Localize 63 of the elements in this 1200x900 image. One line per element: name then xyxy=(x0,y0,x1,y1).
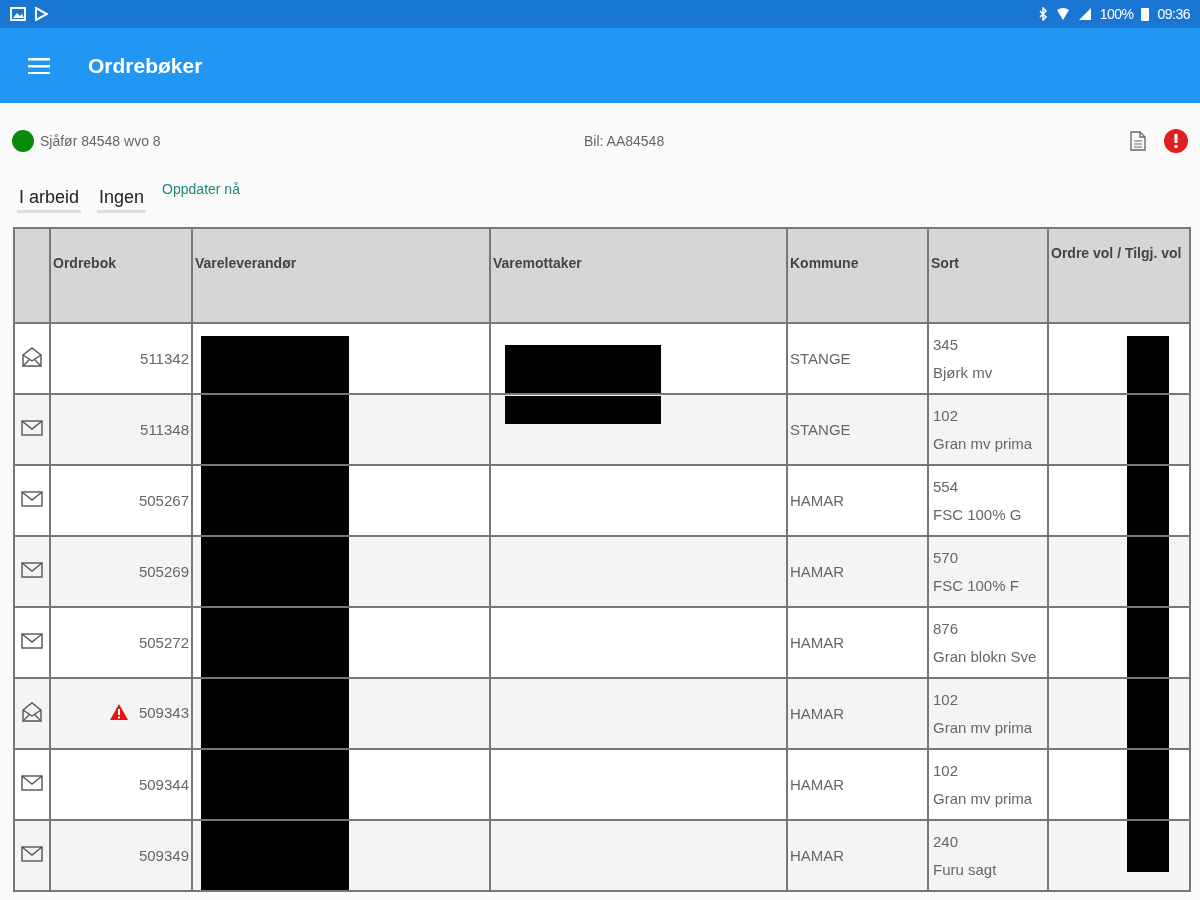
sort-name: Gran mv prima xyxy=(933,435,1034,452)
order-number: 505269 xyxy=(138,563,189,580)
alert-icon[interactable] xyxy=(1164,129,1188,153)
municipality-cell: STANGE xyxy=(790,350,851,367)
battery-percent: 100% xyxy=(1099,6,1134,22)
envelope-icon[interactable] xyxy=(21,559,43,581)
wifi-icon xyxy=(1055,7,1070,21)
menu-icon[interactable] xyxy=(28,57,50,74)
play-icon xyxy=(34,7,48,21)
order-number: 505272 xyxy=(138,634,189,651)
column-header: Sort xyxy=(928,228,1048,323)
driver-label: Sjåfør 84548 wvo 8 xyxy=(40,133,161,149)
municipality-cell: HAMAR xyxy=(790,492,845,509)
sort-code: 554 xyxy=(933,478,960,495)
sort-name: Furu sagt xyxy=(933,861,998,878)
envelope-icon[interactable] xyxy=(21,772,43,794)
refresh-link[interactable]: Oppdater nå xyxy=(162,181,240,197)
clock: 09:36 xyxy=(1157,6,1190,22)
municipality-cell: HAMAR xyxy=(790,705,845,722)
order-number: 511348 xyxy=(140,421,189,438)
signal-icon xyxy=(1077,7,1092,21)
column-header: Ordrebok xyxy=(50,228,192,323)
battery-icon xyxy=(1141,7,1150,21)
sort-name: Gran mv prima xyxy=(933,719,1034,736)
sort-code: 345 xyxy=(933,336,960,353)
sort-name: Gran blokn Sve xyxy=(933,648,1038,665)
image-icon xyxy=(10,7,26,21)
order-number: 509344 xyxy=(138,776,189,793)
column-header: Ordre vol / Tilgj. vol xyxy=(1048,228,1190,323)
sort-code: 876 xyxy=(933,620,960,637)
bluetooth-icon xyxy=(1037,7,1048,21)
municipality-cell: HAMAR xyxy=(790,776,845,793)
sort-name: FSC 100% G xyxy=(933,506,1023,523)
app-title: Ordrebøker xyxy=(88,53,203,78)
column-header: Vareleverandør xyxy=(192,228,490,323)
sort-code: 240 xyxy=(933,833,960,850)
column-header: Varemottaker xyxy=(490,228,787,323)
open-envelope-icon[interactable] xyxy=(21,346,43,368)
open-envelope-icon[interactable] xyxy=(21,701,43,723)
municipality-cell: STANGE xyxy=(790,421,851,438)
order-number: 509349 xyxy=(138,847,189,864)
sort-name: Bjørk mv xyxy=(933,364,994,381)
sort-code: 102 xyxy=(933,691,960,708)
municipality-cell: HAMAR xyxy=(790,634,845,651)
municipality-cell: HAMAR xyxy=(790,563,845,580)
vehicle-label: Bil: AA84548 xyxy=(584,133,665,149)
sort-code: 102 xyxy=(933,407,960,424)
filter-dropdown[interactable]: I arbeid xyxy=(17,187,82,213)
sort-code: 570 xyxy=(933,549,960,566)
column-header: Kommune xyxy=(787,228,928,323)
municipality-cell: HAMAR xyxy=(790,847,845,864)
order-number: 509343 xyxy=(138,703,189,721)
order-number: 505267 xyxy=(138,492,189,509)
envelope-icon[interactable] xyxy=(21,488,43,510)
envelope-icon[interactable] xyxy=(21,843,43,865)
sort-code: 102 xyxy=(933,762,960,779)
envelope-icon[interactable] xyxy=(21,630,43,652)
sort-name: Gran mv prima xyxy=(933,790,1034,807)
document-icon[interactable] xyxy=(1130,131,1146,151)
sort-name: FSC 100% F xyxy=(933,577,1020,594)
envelope-icon[interactable] xyxy=(21,417,43,439)
order-number: 511342 xyxy=(140,350,189,367)
filter-dropdown[interactable]: Ingen xyxy=(97,187,147,213)
